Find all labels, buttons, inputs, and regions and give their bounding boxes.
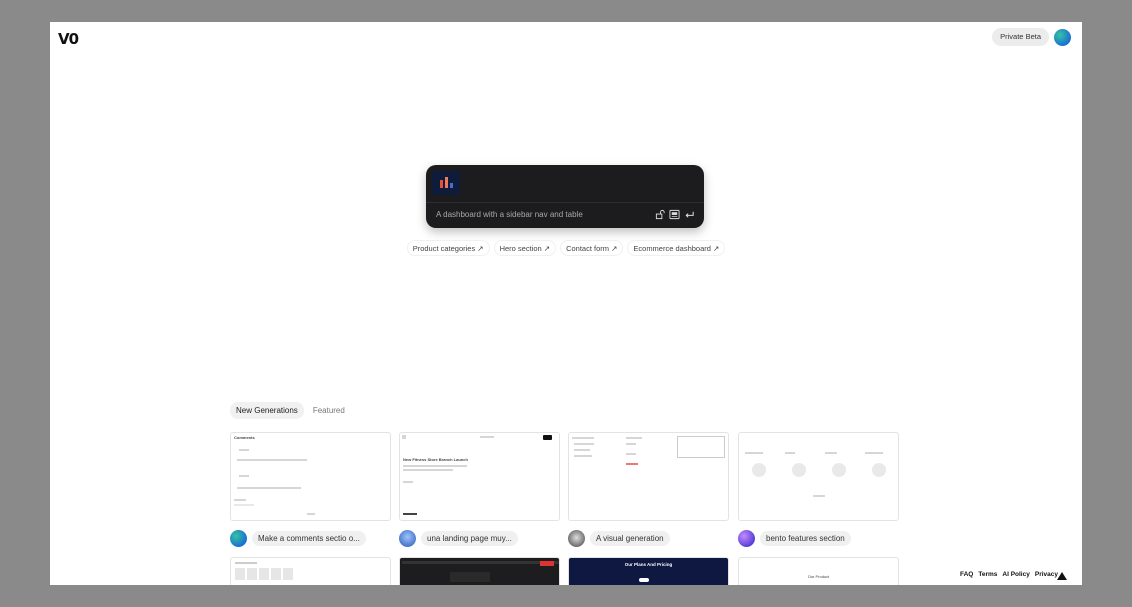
footer-terms-link[interactable]: Terms [978,571,997,578]
vercel-triangle-icon[interactable] [1057,572,1067,580]
user-avatar[interactable] [1054,29,1071,46]
generation-card[interactable]: Comments [230,432,391,521]
prompt-divider [426,202,704,203]
generation-card[interactable] [738,432,899,521]
suggestion-hero-section[interactable]: Hero section ↗ [493,240,557,256]
card-caption[interactable]: bento features section [760,531,851,546]
private-beta-badge: Private Beta [992,28,1049,46]
card-caption[interactable]: una landing page muy... [421,531,518,546]
tab-new-generations[interactable]: New Generations [230,402,304,419]
prompt-input[interactable]: A dashboard with a sidebar nav and table [436,210,583,219]
generation-card[interactable]: Our Product [738,557,899,585]
suggestion-ecommerce-dashboard[interactable]: Ecommerce dashboard ↗ [627,240,726,256]
v0-logo[interactable]: V0 [58,30,79,48]
generation-tabs: New Generations Featured [230,402,354,419]
generation-card[interactable]: New Fitness Store Branch Launch [399,432,560,521]
card-title: Our Product [807,574,830,579]
author-avatar[interactable] [568,530,585,547]
image-upload-icon[interactable] [669,209,680,220]
prompt-box[interactable]: A dashboard with a sidebar nav and table [426,165,704,228]
footer-faq-link[interactable]: FAQ [960,571,973,578]
footer-ai-policy-link[interactable]: AI Policy [1002,571,1029,578]
card-title: Comments [234,435,255,440]
attached-image-thumbnail[interactable] [432,171,460,195]
generation-card[interactable]: Our Plans And Pricing [568,557,729,585]
suggestion-product-categories[interactable]: Product categories ↗ [406,240,490,256]
app-window: V0 Private Beta A dashboard with a sideb… [50,22,1082,585]
card-title: New Fitness Store Branch Launch [403,457,468,462]
tab-featured[interactable]: Featured [307,402,351,419]
submit-enter-icon[interactable] [684,209,695,220]
footer-links: FAQ Terms AI Policy Privacy [955,571,1058,578]
footer-privacy-link[interactable]: Privacy [1035,571,1058,578]
author-avatar[interactable] [399,530,416,547]
card-caption[interactable]: A visual generation [590,531,670,546]
suggestion-chips: Product categories ↗ Hero section ↗ Cont… [50,240,1082,256]
card-title: Our Plans And Pricing [624,562,673,567]
generation-card[interactable] [568,432,729,521]
author-avatar[interactable] [738,530,755,547]
generation-card[interactable] [230,557,391,585]
lock-open-icon[interactable] [655,209,666,220]
suggestion-contact-form[interactable]: Contact form ↗ [560,240,624,256]
card-caption[interactable]: Make a comments sectio o... [252,531,366,546]
generation-card[interactable] [399,557,560,585]
author-avatar[interactable] [230,530,247,547]
